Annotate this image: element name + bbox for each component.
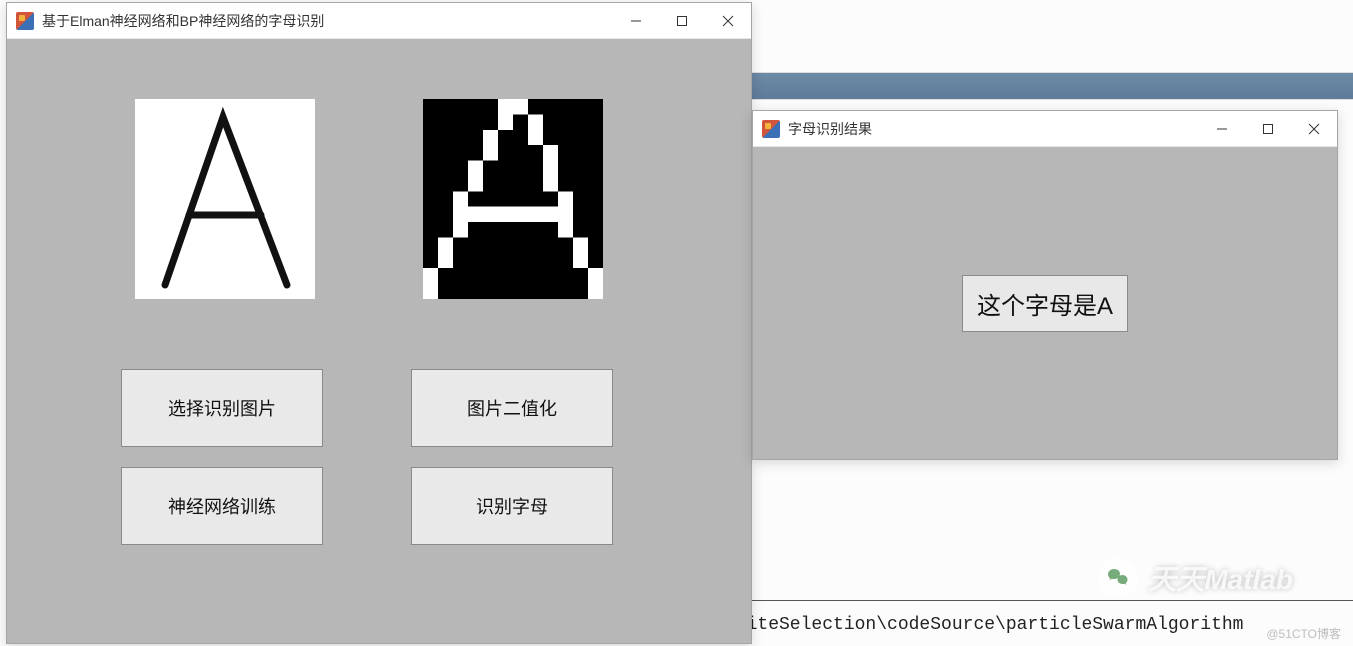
recognize-button[interactable]: 识别字母 <box>411 467 613 545</box>
close-button[interactable] <box>1291 111 1337 147</box>
maximize-button[interactable] <box>1245 111 1291 147</box>
result-window-title: 字母识别结果 <box>788 119 872 139</box>
train-nn-label: 神经网络训练 <box>168 493 276 519</box>
minimize-button[interactable] <box>613 3 659 39</box>
result-message-box: 这个字母是A <box>962 275 1128 332</box>
result-window: 字母识别结果 这个字母是A <box>752 110 1338 460</box>
matlab-icon <box>762 120 780 138</box>
recognize-label: 识别字母 <box>476 493 548 519</box>
train-nn-button[interactable]: 神经网络训练 <box>121 467 323 545</box>
result-message: 这个字母是A <box>977 293 1113 320</box>
select-image-button[interactable]: 选择识别图片 <box>121 369 323 447</box>
channel-name: 天天Matlab <box>1148 558 1293 598</box>
site-watermark: @51CTO博客 <box>1266 625 1341 642</box>
wechat-icon <box>1098 558 1138 598</box>
close-button[interactable] <box>705 3 751 39</box>
bg-toolbar-strip <box>750 72 1353 100</box>
select-image-label: 选择识别图片 <box>168 395 276 421</box>
bg-divider-line <box>750 600 1353 601</box>
binarize-label: 图片二值化 <box>467 395 557 421</box>
main-window-title: 基于Elman神经网络和BP神经网络的字母识别 <box>42 11 324 31</box>
maximize-button[interactable] <box>659 3 705 39</box>
main-titlebar[interactable]: 基于Elman神经网络和BP神经网络的字母识别 <box>7 3 751 39</box>
binarized-image-panel <box>423 99 603 299</box>
matlab-icon <box>16 12 34 30</box>
result-titlebar[interactable]: 字母识别结果 <box>753 111 1337 147</box>
channel-watermark: 天天Matlab <box>1098 558 1293 598</box>
original-image-panel <box>135 99 315 299</box>
bg-path-text: _siteSelection\codeSource\particleSwarmA… <box>725 615 1243 635</box>
main-window: 基于Elman神经网络和BP神经网络的字母识别 <box>6 2 752 644</box>
minimize-button[interactable] <box>1199 111 1245 147</box>
main-client-area: 选择识别图片 图片二值化 神经网络训练 识别字母 <box>7 39 751 643</box>
result-client-area: 这个字母是A <box>753 147 1337 459</box>
binarize-button[interactable]: 图片二值化 <box>411 369 613 447</box>
